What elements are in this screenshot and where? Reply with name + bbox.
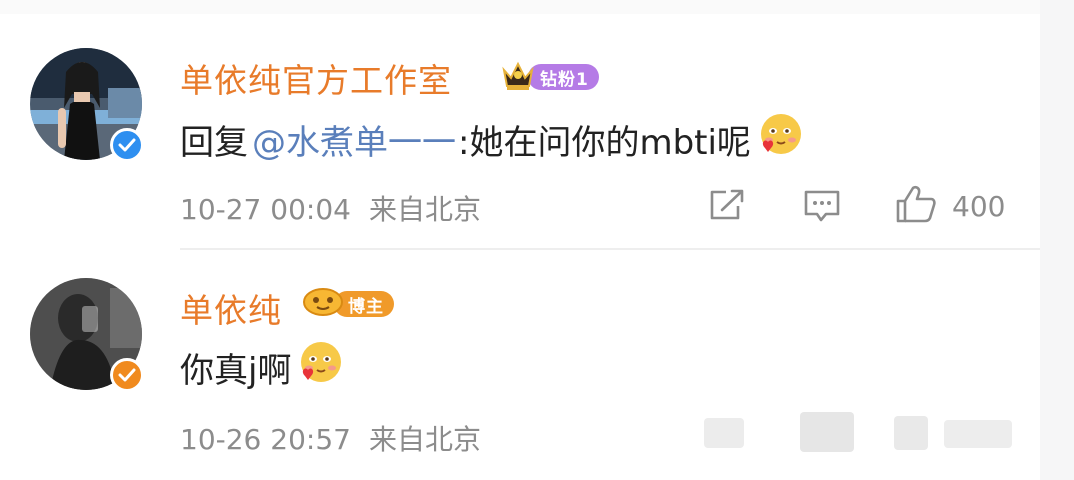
badge-label: 钻粉1 xyxy=(528,64,599,90)
verified-badge-icon xyxy=(110,128,144,162)
top-edge xyxy=(0,0,1040,14)
comment-meta: 10-27 00:04 来自北京 xyxy=(180,188,481,228)
comment-text: 回复 @水煮单一一 :她在问你的mbti呢 xyxy=(180,112,803,167)
fan-badge[interactable]: 钻粉1 xyxy=(500,58,599,96)
timestamp: 10-27 00:04 xyxy=(180,193,351,226)
comment-text: 你真j啊 xyxy=(180,340,343,395)
obscured-actions xyxy=(800,412,854,452)
comment-body: 你真j啊 xyxy=(180,351,292,391)
comment-button[interactable] xyxy=(802,188,842,228)
verified-badge-icon xyxy=(110,358,144,392)
username[interactable]: 单依纯 xyxy=(180,284,282,332)
page-margin xyxy=(1040,0,1074,480)
obscured-actions xyxy=(944,420,1012,448)
location: 来自北京 xyxy=(368,423,481,456)
reply-body: :她在问你的mbti呢 xyxy=(458,123,751,163)
comment-icon xyxy=(802,188,842,228)
obscured-actions xyxy=(894,416,928,450)
location: 来自北京 xyxy=(368,193,481,226)
blush-heart-emoji xyxy=(757,112,803,167)
obscured-actions xyxy=(704,418,744,448)
username[interactable]: 单依纯官方工作室 xyxy=(180,54,452,102)
crown-icon xyxy=(500,58,536,96)
blush-heart-emoji xyxy=(297,340,343,395)
thumbs-up-icon xyxy=(894,184,938,228)
comment-meta: 10-26 20:57 来自北京 xyxy=(180,418,481,458)
share-button[interactable] xyxy=(708,188,746,226)
timestamp: 10-26 20:57 xyxy=(180,423,351,456)
share-icon xyxy=(708,188,746,226)
trophy-icon xyxy=(302,286,344,322)
blogger-badge[interactable]: 博主 xyxy=(302,286,394,322)
mention-link[interactable]: @水煮单一一 xyxy=(252,115,456,164)
divider xyxy=(180,248,1040,250)
like-button[interactable]: 400 xyxy=(894,184,1005,228)
like-count: 400 xyxy=(952,189,1006,223)
reply-prefix: 回复 xyxy=(180,123,248,163)
